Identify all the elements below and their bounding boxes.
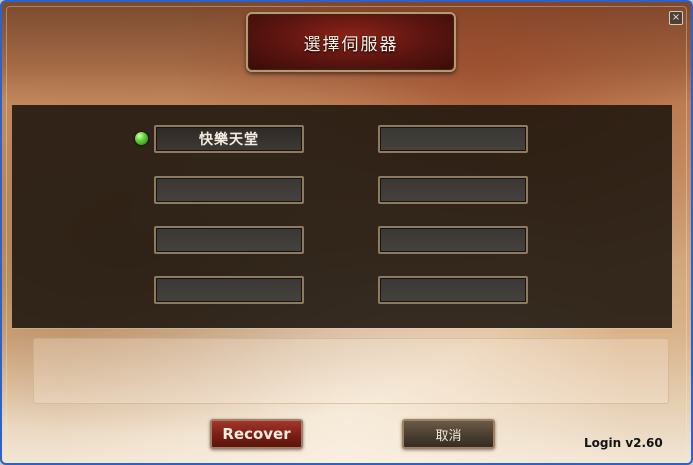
recover-button[interactable]: Recover: [210, 419, 303, 449]
server-select-window: × 選擇伺服器 快樂天堂 Recover 取消 Login v2.60: [0, 0, 693, 465]
version-label: Login v2.60: [584, 436, 663, 450]
server-slot-7[interactable]: [378, 226, 528, 254]
cancel-button[interactable]: 取消: [402, 419, 495, 449]
server-list-panel: [12, 105, 672, 328]
server-slot-1[interactable]: 快樂天堂: [154, 125, 304, 153]
title-plate: 選擇伺服器: [246, 12, 456, 72]
server-slot-3[interactable]: [154, 226, 304, 254]
window-title: 選擇伺服器: [303, 34, 399, 55]
online-status-icon: [135, 132, 148, 145]
server-slot-4[interactable]: [154, 276, 304, 304]
server-slot-8[interactable]: [378, 276, 528, 304]
server-slot-6[interactable]: [378, 176, 528, 204]
server-slot-2[interactable]: [154, 176, 304, 204]
server-slot-5[interactable]: [378, 125, 528, 153]
notice-box: [33, 338, 669, 404]
close-icon[interactable]: ×: [669, 11, 683, 25]
